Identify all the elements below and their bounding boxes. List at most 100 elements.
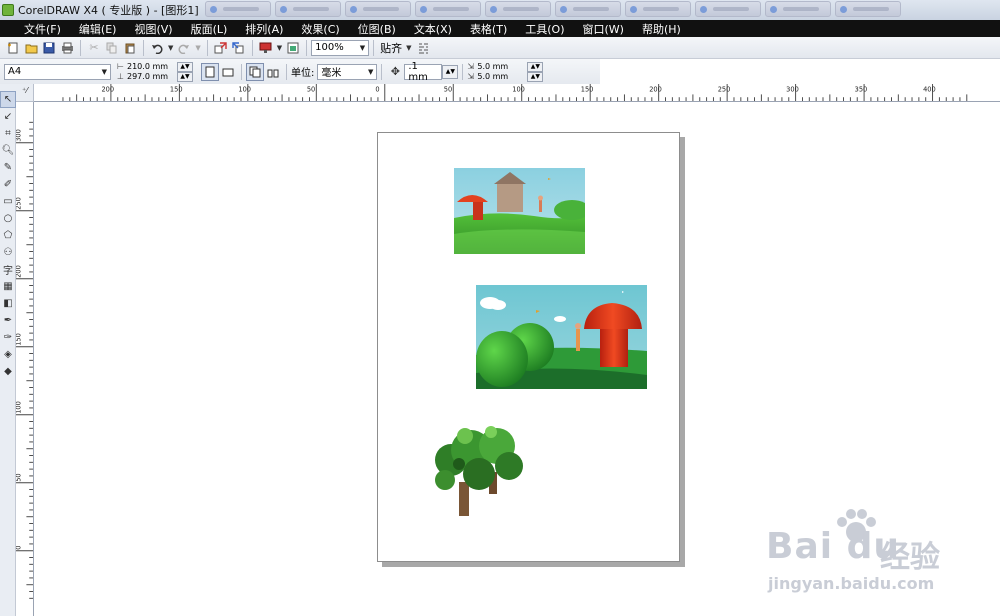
menu-file[interactable]: 文件(F) (0, 21, 70, 37)
crop-tool-icon[interactable]: ⌗ (0, 125, 16, 142)
menu-effects[interactable]: 效果(C) (292, 21, 348, 37)
h-ruler-label: 150 (170, 86, 183, 94)
all-pages-button[interactable] (246, 62, 264, 81)
paste-icon[interactable] (121, 39, 139, 57)
units-value: 毫米 (321, 68, 342, 79)
units-select[interactable]: 毫米 ▼ (317, 63, 378, 80)
v-ruler-label: 300 (16, 129, 23, 142)
tree-image[interactable] (431, 424, 525, 516)
menu-layout[interactable]: 版面(L) (182, 21, 237, 37)
coreldraw-app-icon (2, 4, 14, 16)
menu-bar: 文件(F) 编辑(E) 视图(V) 版面(L) 排列(A) 效果(C) 位图(B… (0, 20, 1000, 37)
title-bar: CorelDRAW X4 ( 专业版 ) - [图形1] (0, 0, 1000, 20)
v-ruler-label: 100 (16, 401, 23, 414)
outline-tool-icon[interactable]: ✑ (0, 329, 16, 346)
menu-edit[interactable]: 编辑(E) (70, 21, 126, 37)
nudge-distance-field[interactable]: .1 mm (404, 61, 443, 83)
ellipse-tool-icon[interactable]: ○ (0, 210, 16, 227)
page-size-value: A4 (8, 66, 22, 77)
current-page-button[interactable] (264, 63, 282, 81)
undo-icon[interactable] (148, 39, 166, 57)
watermark-url: jingyan.baidu.com (768, 574, 935, 593)
width-spinner[interactable]: ▲▼ (177, 61, 193, 72)
shape-tool-icon[interactable]: ↙ (0, 108, 16, 125)
cut-icon[interactable]: ✂ (85, 39, 103, 57)
text-tool-icon[interactable]: 字 (0, 261, 16, 278)
horizontal-ruler[interactable]: 200 150 100 50 0 50 100 150 200 250 300 350 400 (34, 84, 1000, 102)
h-ruler-label: 0 (375, 86, 379, 94)
scene-house-image[interactable] (454, 168, 585, 254)
basic-shapes-tool-icon[interactable]: ⚇ (0, 244, 16, 261)
copy-icon[interactable] (103, 39, 121, 57)
duplicate-y-field[interactable]: 5.0 mm (477, 72, 527, 82)
zoom-tool-icon[interactable]: 🔍︎ (0, 142, 16, 159)
height-spinner[interactable]: ▲▼ (177, 71, 193, 82)
chevron-down-icon: ▼ (101, 67, 107, 76)
fill-tool-icon[interactable]: ◈ (0, 346, 16, 363)
table-tool-icon[interactable]: ▦ (0, 278, 16, 295)
options-icon[interactable] (414, 39, 432, 57)
h-ruler-label: 400 (923, 86, 936, 94)
h-ruler-label: 100 (512, 86, 525, 94)
scene-mushroom-image[interactable] (476, 285, 647, 389)
menu-window[interactable]: 窗口(W) (574, 21, 633, 37)
v-ruler-label: 200 (16, 265, 23, 278)
duplicate-y-spinner[interactable]: ▲▼ (527, 71, 544, 82)
menu-view[interactable]: 视图(V) (125, 21, 181, 37)
v-ruler-label: 150 (16, 333, 23, 346)
height-icon: ⊥ (117, 71, 124, 81)
blurred-tab (625, 1, 691, 17)
h-ruler-label: 300 (786, 86, 799, 94)
property-bar: A4 ▼ ⊢ 210.0 mm ▲▼ ⊥ 297.0 mm ▲▼ 单位: 毫米 … (0, 59, 600, 84)
background-tabs (205, 1, 901, 17)
page-width-field[interactable]: 210.0 mm (127, 62, 177, 72)
import-icon[interactable] (212, 39, 230, 57)
launcher-dropdown-icon[interactable]: ▼ (277, 44, 282, 52)
landscape-button[interactable] (219, 63, 237, 81)
page-height-field[interactable]: 297.0 mm (127, 72, 177, 82)
menu-bitmaps[interactable]: 位图(B) (349, 21, 405, 37)
snap-to-label[interactable]: 贴齐 (380, 40, 402, 56)
blurred-tab (695, 1, 761, 17)
welcome-screen-icon[interactable] (284, 39, 302, 57)
h-ruler-label: 200 (649, 86, 662, 94)
portrait-icon (205, 66, 215, 77)
window-title: CorelDRAW X4 ( 专业版 ) - [图形1] (18, 4, 199, 17)
vertical-ruler[interactable]: 300 250 200 150 100 50 0 (16, 102, 34, 616)
duplicate-x-field[interactable]: 5.0 mm (477, 62, 527, 72)
undo-dropdown-icon[interactable]: ▼ (168, 44, 173, 52)
polygon-tool-icon[interactable]: ⬠ (0, 227, 16, 244)
smart-fill-tool-icon[interactable]: ✐ (0, 176, 16, 193)
menu-tools[interactable]: 工具(O) (516, 21, 573, 37)
pick-tool-icon[interactable]: ↖ (0, 91, 16, 108)
freehand-tool-icon[interactable]: ✎ (0, 159, 16, 176)
menu-text[interactable]: 文本(X) (405, 21, 461, 37)
h-ruler-label: 100 (238, 86, 251, 94)
snap-dropdown-icon[interactable]: ▼ (406, 44, 411, 52)
interactive-fill-tool-icon[interactable]: ◆ (0, 363, 16, 380)
blurred-tab (345, 1, 411, 17)
interactive-blend-tool-icon[interactable]: ◧ (0, 295, 16, 312)
print-icon[interactable] (58, 39, 76, 57)
watermark-cn: 经验 (880, 540, 940, 575)
redo-dropdown-icon[interactable]: ▼ (195, 44, 200, 52)
rectangle-tool-icon[interactable]: ▭ (0, 193, 16, 210)
save-icon[interactable] (40, 39, 58, 57)
duplicate-x-icon: ⇲ (467, 61, 475, 71)
duplicate-x-spinner[interactable]: ▲▼ (527, 61, 544, 72)
application-launcher-icon[interactable] (257, 39, 275, 57)
menu-table[interactable]: 表格(T) (461, 21, 516, 37)
open-folder-icon[interactable] (22, 39, 40, 57)
menu-arrange[interactable]: 排列(A) (236, 21, 292, 37)
redo-icon[interactable] (175, 39, 193, 57)
export-icon[interactable] (230, 39, 248, 57)
blurred-tab (415, 1, 481, 17)
portrait-button[interactable] (201, 62, 219, 81)
page-size-select[interactable]: A4 ▼ (4, 63, 111, 80)
eyedropper-tool-icon[interactable]: ✒ (0, 312, 16, 329)
new-document-icon[interactable] (4, 39, 22, 57)
blurred-tab (275, 1, 341, 17)
menu-help[interactable]: 帮助(H) (633, 21, 690, 37)
nudge-spinner[interactable]: ▲▼ (442, 64, 459, 79)
zoom-level-combo[interactable]: 100% ▼ (311, 39, 370, 56)
